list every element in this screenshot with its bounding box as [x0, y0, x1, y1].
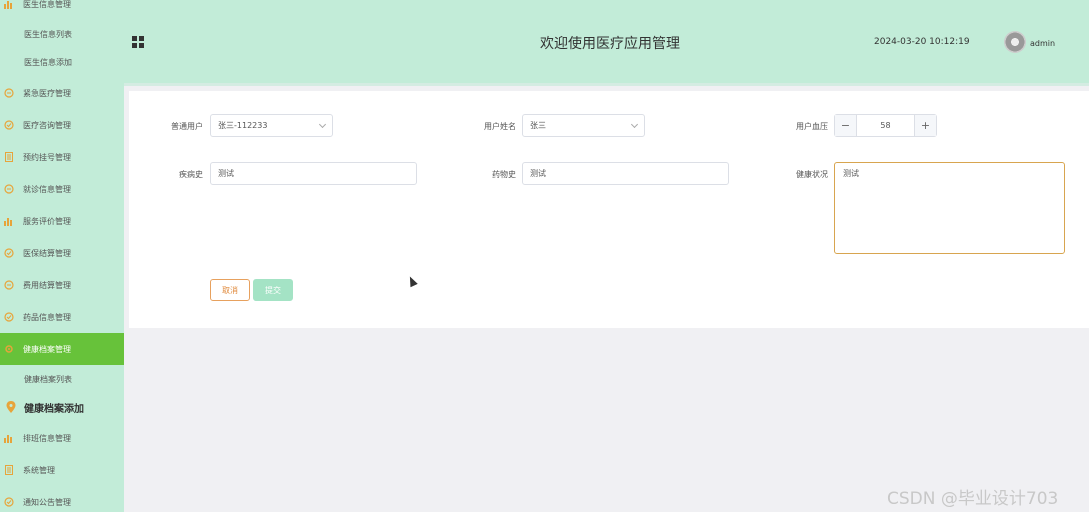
check-circle-icon	[4, 497, 14, 507]
increment-button[interactable]: +	[914, 115, 936, 136]
name-label: 用户姓名	[484, 122, 516, 131]
sidebar-sub-label: 医生信息添加	[24, 57, 72, 67]
decrement-button[interactable]: −	[835, 115, 857, 136]
chat-icon	[4, 184, 14, 194]
sidebar-item-label: 健康档案添加	[24, 403, 84, 415]
sidebar-item-label: 就诊信息管理	[23, 184, 71, 194]
sidebar-item-label: 医生信息管理	[23, 0, 71, 9]
name-select-value: 张三	[530, 121, 546, 130]
bp-value[interactable]: 58	[857, 115, 914, 136]
page-title: 欢迎使用医疗应用管理	[540, 36, 680, 52]
health-textarea-value: 测试	[843, 169, 859, 178]
sidebar-item-label: 服务评价管理	[23, 216, 71, 226]
document-icon	[4, 152, 14, 162]
sidebar-item-label: 药品信息管理	[23, 312, 71, 322]
check-circle-icon	[4, 248, 14, 258]
chat-icon	[4, 280, 14, 290]
sidebar-sub-label: 健康档案列表	[24, 374, 72, 384]
sidebar-item-label: 健康档案管理	[23, 344, 71, 354]
chart-bar-icon	[4, 0, 14, 9]
avatar[interactable]	[1004, 31, 1026, 53]
sidebar-sub-label: 医生信息列表	[24, 29, 72, 39]
sidebar-sub-doctor-list[interactable]: 医生信息列表	[0, 23, 124, 45]
disease-input[interactable]: 测试	[210, 162, 417, 185]
sidebar-sub-doctor-add[interactable]: 医生信息添加	[0, 51, 124, 73]
sidebar-item-schedule[interactable]: 排班信息管理	[0, 422, 124, 454]
location-pin-icon	[6, 401, 16, 413]
disease-label: 疾病史	[179, 170, 203, 179]
health-textarea[interactable]: 测试	[834, 162, 1065, 254]
username[interactable]: admin	[1030, 39, 1055, 48]
chart-bar-icon	[4, 216, 14, 226]
gear-icon	[4, 344, 14, 354]
cancel-button[interactable]: 取消	[210, 279, 250, 301]
drug-input-value: 测试	[530, 169, 546, 178]
chevron-down-icon	[318, 120, 327, 129]
menu-grid-icon[interactable]	[132, 36, 144, 48]
sidebar-item-label: 医疗咨询管理	[23, 120, 71, 130]
form-panel: 普通用户 张三-112233 用户姓名 张三 用户血压 − 58 + 疾病史 测…	[129, 91, 1089, 328]
sidebar-item-visit[interactable]: 就诊信息管理	[0, 173, 124, 205]
sidebar-item-health-add[interactable]: 健康档案添加	[0, 391, 124, 423]
chat-icon	[4, 88, 14, 98]
disease-input-value: 测试	[218, 169, 234, 178]
sidebar-item-billing[interactable]: 费用结算管理	[0, 269, 124, 301]
check-circle-icon	[4, 120, 14, 130]
user-select-value: 张三-112233	[218, 121, 268, 130]
sidebar-item-doctor-info[interactable]: 医生信息管理	[0, 0, 124, 20]
drug-input[interactable]: 测试	[522, 162, 729, 185]
document-icon	[4, 465, 14, 475]
chevron-down-icon	[630, 120, 639, 129]
sidebar-item-emergency[interactable]: 紧急医疗管理	[0, 77, 124, 109]
sidebar-item-drug[interactable]: 药品信息管理	[0, 301, 124, 333]
sidebar-item-label: 医保结算管理	[23, 248, 71, 258]
user-select[interactable]: 张三-112233	[210, 114, 333, 137]
sidebar-item-consult[interactable]: 医疗咨询管理	[0, 109, 124, 141]
bp-label: 用户血压	[796, 122, 828, 131]
sidebar-item-insurance[interactable]: 医保结算管理	[0, 237, 124, 269]
user-label: 普通用户	[171, 122, 203, 131]
sidebar-item-notice[interactable]: 通知公告管理	[0, 486, 124, 512]
sidebar: 医生信息管理 医生信息列表 医生信息添加 紧急医疗管理 医疗咨询管理 预约挂号管…	[0, 0, 124, 512]
datetime-display: 2024-03-20 10:12:19	[874, 37, 970, 47]
sidebar-item-label: 系统管理	[23, 465, 55, 475]
health-label: 健康状况	[796, 170, 828, 179]
sidebar-item-system[interactable]: 系统管理	[0, 454, 124, 486]
name-select[interactable]: 张三	[522, 114, 645, 137]
header: 欢迎使用医疗应用管理 2024-03-20 10:12:19 admin	[124, 0, 1089, 86]
sidebar-item-appointment[interactable]: 预约挂号管理	[0, 141, 124, 173]
bp-stepper[interactable]: − 58 +	[834, 114, 937, 137]
sidebar-item-label: 预约挂号管理	[23, 152, 71, 162]
drug-label: 药物史	[492, 170, 516, 179]
submit-button[interactable]: 提交	[253, 279, 293, 301]
chart-bar-icon	[4, 433, 14, 443]
sidebar-item-label: 排班信息管理	[23, 433, 71, 443]
sidebar-item-label: 费用结算管理	[23, 280, 71, 290]
watermark: CSDN @毕业设计703	[887, 489, 1059, 509]
sidebar-sub-health-list[interactable]: 健康档案列表	[0, 368, 124, 390]
sidebar-item-review[interactable]: 服务评价管理	[0, 205, 124, 237]
check-circle-icon	[4, 312, 14, 322]
sidebar-item-health-record[interactable]: 健康档案管理	[0, 333, 124, 365]
sidebar-item-label: 紧急医疗管理	[23, 88, 71, 98]
sidebar-item-label: 通知公告管理	[23, 497, 71, 507]
